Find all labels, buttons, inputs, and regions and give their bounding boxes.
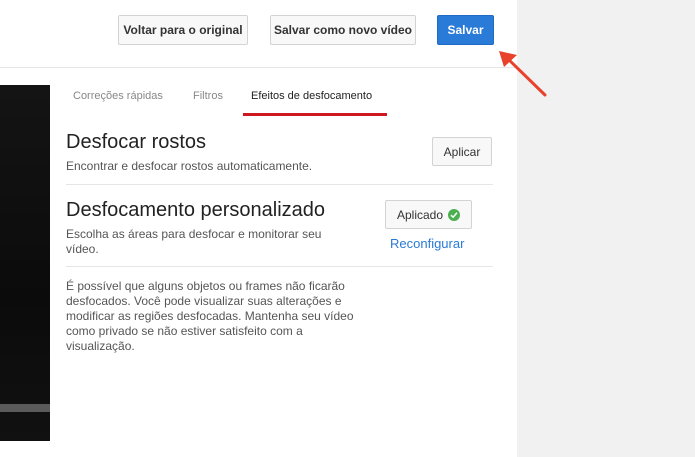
custom-blur-title: Desfocamento personalizado bbox=[66, 199, 325, 222]
red-arrow-icon bbox=[495, 48, 555, 103]
face-blur-title: Desfocar rostos bbox=[66, 131, 206, 154]
video-progress-bar[interactable] bbox=[0, 404, 50, 412]
save-as-new-video-button[interactable]: Salvar como novo vídeo bbox=[270, 15, 416, 45]
tab-filters[interactable]: Filtros bbox=[193, 90, 223, 102]
toolbar-divider bbox=[0, 67, 517, 68]
section-divider bbox=[66, 184, 493, 185]
section-divider bbox=[66, 266, 493, 267]
face-blur-description: Encontrar e desfocar rostos automaticame… bbox=[66, 159, 312, 174]
check-circle-icon bbox=[448, 209, 460, 221]
save-button[interactable]: Salvar bbox=[437, 15, 494, 45]
blur-note-text: É possível que alguns objetos ou frames … bbox=[66, 279, 366, 354]
tab-blur-effects[interactable]: Efeitos de desfocamento bbox=[251, 90, 372, 102]
apply-face-blur-button[interactable]: Aplicar bbox=[432, 137, 492, 166]
reconfigure-link[interactable]: Reconfigurar bbox=[390, 236, 464, 251]
revert-to-original-button[interactable]: Voltar para o original bbox=[118, 15, 248, 45]
custom-blur-description: Escolha as áreas para desfocar e monitor… bbox=[66, 227, 356, 257]
video-preview[interactable] bbox=[0, 85, 50, 441]
applied-button[interactable]: Aplicado bbox=[385, 200, 472, 229]
active-tab-indicator bbox=[243, 113, 387, 116]
applied-label: Aplicado bbox=[397, 208, 443, 222]
tab-quick-fixes[interactable]: Correções rápidas bbox=[73, 90, 163, 102]
